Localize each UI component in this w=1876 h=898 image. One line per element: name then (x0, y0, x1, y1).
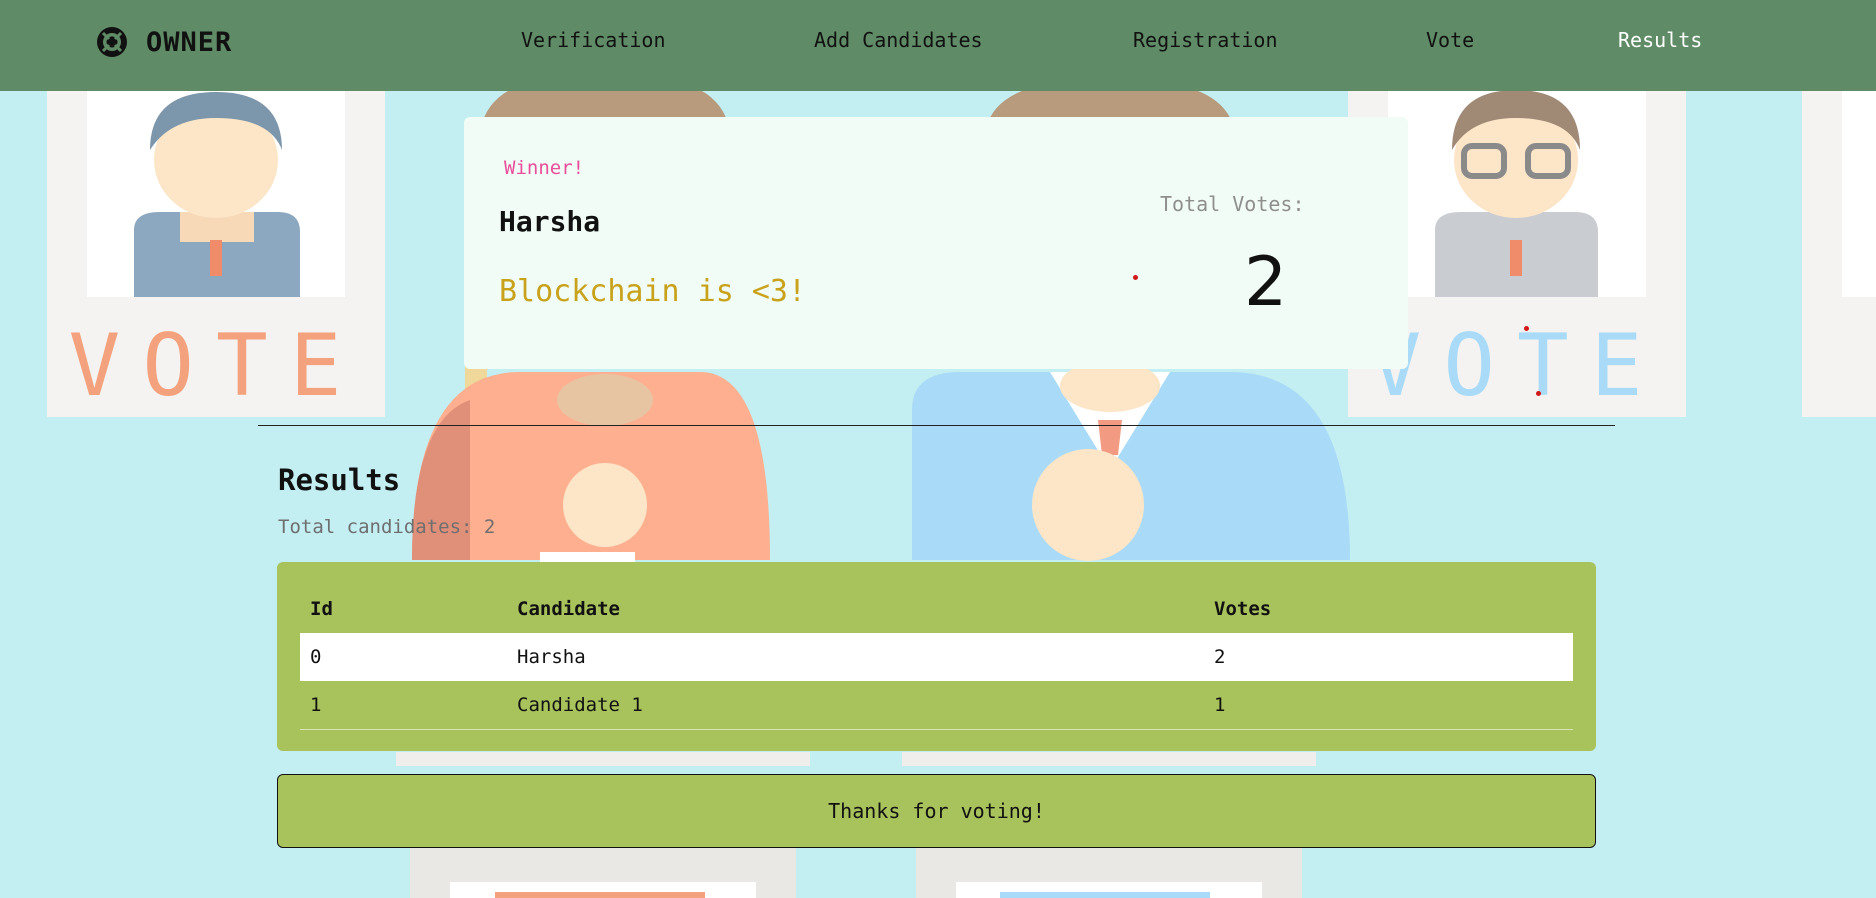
table-header-row: Id Candidate Votes (300, 585, 1573, 633)
table-row: 0 Harsha 2 (300, 633, 1573, 681)
cell-votes: 2 (1204, 633, 1573, 681)
cell-candidate: Harsha (507, 633, 1204, 681)
vote-poster-left: VOTE (47, 90, 385, 417)
thanks-for-voting-button[interactable]: Thanks for voting! (277, 774, 1596, 848)
nav-add-candidates[interactable]: Add Candidates (814, 28, 983, 52)
brand-name: OWNER (146, 26, 233, 58)
cell-id: 0 (300, 633, 507, 681)
winner-tag: Winner! (504, 157, 585, 179)
nav-registration[interactable]: Registration (1133, 28, 1278, 52)
nav-vote[interactable]: Vote (1426, 28, 1474, 52)
cell-id: 1 (300, 681, 507, 730)
nav-results[interactable]: Results (1618, 28, 1702, 52)
red-dot (1536, 391, 1541, 396)
table-row: 1 Candidate 1 1 (300, 681, 1573, 730)
brand[interactable]: OWNER (96, 22, 232, 62)
total-candidates: Total candidates: 2 (278, 516, 496, 538)
cell-candidate: Candidate 1 (507, 681, 1204, 730)
results-table-container: Id Candidate Votes 0 Harsha 2 1 Candidat… (277, 562, 1596, 751)
column-header-id: Id (310, 598, 333, 620)
vote-poster-far-right (1802, 90, 1876, 417)
total-votes-label: Total Votes: (1160, 192, 1305, 216)
section-divider (258, 425, 1615, 426)
vote-poster-left-text: VOTE (68, 316, 363, 416)
winner-name: Harsha (499, 205, 601, 238)
winner-message: Blockchain is <3! (499, 274, 807, 309)
lifebuoy-icon (96, 26, 128, 58)
results-title: Results (278, 463, 401, 497)
results-table: Id Candidate Votes 0 Harsha 2 1 Candidat… (300, 585, 1573, 730)
red-dot (1524, 326, 1529, 331)
vote-poster-right-text: VOTE (1369, 316, 1664, 416)
column-header-candidate: Candidate (517, 598, 620, 620)
top-navbar: OWNER Verification Add Candidates Regist… (0, 0, 1876, 91)
red-dot (1133, 275, 1138, 280)
winner-card: Winner! Harsha Blockchain is <3! Total V… (464, 117, 1408, 369)
total-votes-value: 2 (1244, 243, 1288, 322)
nav-verification[interactable]: Verification (521, 28, 666, 52)
cell-votes: 1 (1204, 681, 1573, 730)
column-header-votes: Votes (1214, 598, 1272, 620)
